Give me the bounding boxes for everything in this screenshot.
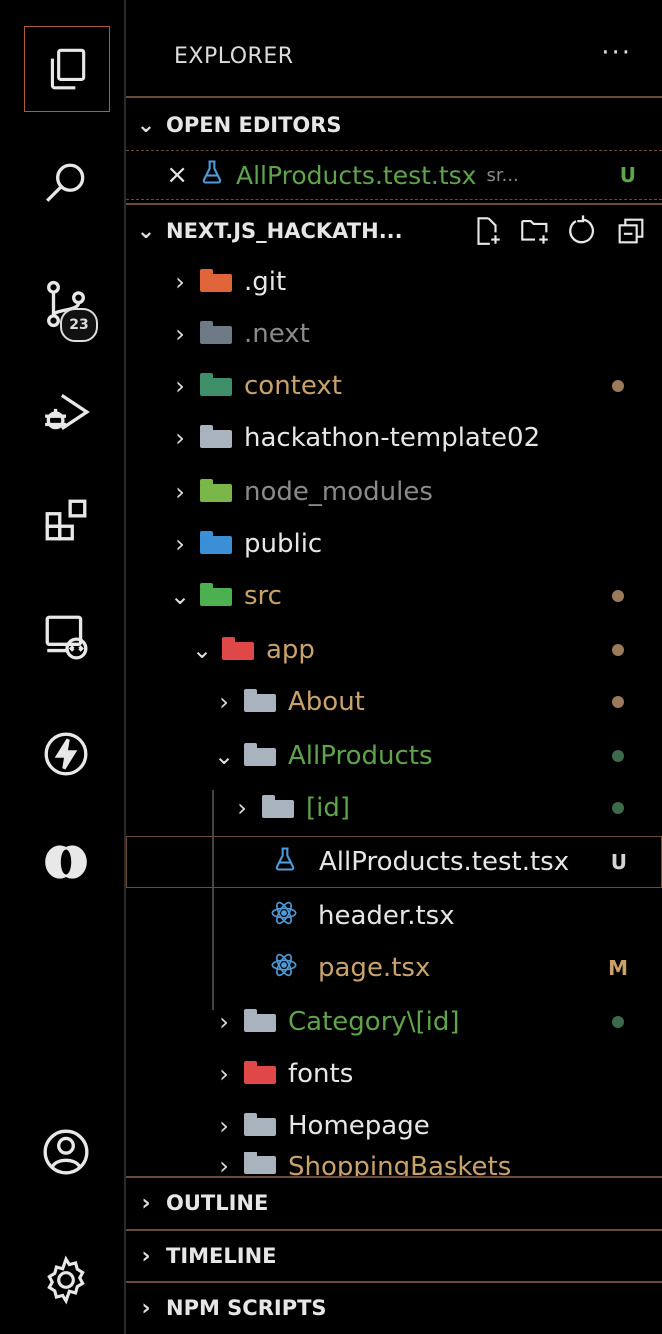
flask-icon (188, 158, 236, 193)
tree-item-allproducts-test[interactable]: AllProducts.test.tsx U (126, 836, 662, 888)
chevron-right-icon: › (175, 268, 185, 296)
chevron-down-icon: ⌄ (213, 742, 235, 770)
flask-icon (265, 845, 305, 880)
open-editor-filename: AllProducts.test.tsx (236, 160, 477, 190)
folder-open-icon (244, 743, 278, 768)
chevron-right-icon: › (219, 1112, 229, 1140)
fonts-folder-icon (244, 1061, 278, 1086)
tree-item-fonts[interactable]: › fonts (126, 1048, 662, 1100)
chevron-right-icon: › (237, 794, 247, 822)
copilot-icon[interactable] (24, 820, 108, 904)
react-icon (264, 951, 304, 986)
open-editors-header[interactable]: ⌄ OPEN EDITORS (126, 100, 662, 150)
folder-icon (244, 1009, 278, 1034)
explorer-title: EXPLORER (174, 44, 294, 69)
explorer-icon[interactable] (24, 26, 110, 112)
chevron-right-icon: › (141, 1295, 151, 1321)
chevron-right-icon: › (175, 530, 185, 558)
open-editor-path: sr... (486, 164, 519, 186)
tree-item-page-tsx[interactable]: page.tsx M (126, 942, 662, 994)
new-folder-icon[interactable] (518, 214, 552, 248)
activity-bar: 23 (0, 0, 126, 1334)
open-editors-label: OPEN EDITORS (166, 113, 342, 137)
tree-item-category[interactable]: › Category\[id] (126, 996, 662, 1048)
outline-panel-header[interactable]: › OUTLINE (126, 1178, 662, 1228)
modified-status: M (608, 956, 628, 980)
settings-gear-icon[interactable] (24, 1238, 108, 1322)
tree-item-git[interactable]: › .git (126, 256, 662, 308)
folder-icon (200, 425, 234, 450)
collapse-all-icon[interactable] (614, 214, 648, 248)
react-icon (264, 899, 304, 934)
untracked-status: U (610, 850, 627, 874)
run-debug-icon[interactable] (24, 370, 108, 454)
chevron-down-icon: ⌄ (136, 218, 156, 244)
chevron-down-icon: ⌄ (136, 112, 156, 138)
more-actions-button[interactable]: ··· (601, 38, 632, 68)
open-editor-item[interactable]: × AllProducts.test.tsx sr... U (126, 150, 662, 200)
chevron-right-icon: › (219, 1060, 229, 1088)
context-folder-icon (200, 373, 234, 398)
search-icon[interactable] (24, 142, 108, 226)
folder-icon (262, 795, 296, 820)
lightning-icon[interactable] (24, 712, 108, 796)
chevron-down-icon: ⌄ (169, 582, 191, 610)
tree-item-next[interactable]: › .next (126, 308, 662, 360)
chevron-right-icon: › (141, 1243, 151, 1269)
chevron-right-icon: › (141, 1190, 151, 1216)
src-folder-icon (200, 583, 234, 608)
chevron-right-icon: › (219, 1152, 229, 1176)
folder-icon (244, 689, 278, 714)
source-control-badge: 23 (60, 308, 98, 342)
explorer-sidebar: EXPLORER ··· ⌄ OPEN EDITORS × AllProduct… (126, 0, 662, 1334)
tree-item-about[interactable]: › About (126, 676, 662, 728)
chevron-right-icon: › (175, 320, 185, 348)
chevron-right-icon: › (175, 372, 185, 400)
untracked-status: U (619, 163, 636, 187)
tree-item-hackathon-template[interactable]: › hackathon-template02 (126, 412, 662, 464)
chevron-right-icon: › (219, 688, 229, 716)
tree-item-homepage[interactable]: › Homepage (126, 1100, 662, 1152)
tree-item-id[interactable]: › [id] (126, 782, 662, 834)
refresh-icon[interactable] (566, 214, 600, 248)
extensions-icon[interactable] (24, 478, 108, 562)
folder-icon (244, 1113, 278, 1138)
close-icon[interactable]: × (126, 160, 188, 190)
tree-item-context[interactable]: › context (126, 360, 662, 412)
folder-icon (244, 1152, 278, 1176)
account-icon[interactable] (24, 1110, 108, 1194)
tree-item-header-tsx[interactable]: header.tsx (126, 890, 662, 942)
tree-item-node-modules[interactable]: › node_modules (126, 466, 662, 518)
app-folder-icon (222, 637, 256, 662)
project-header[interactable]: ⌄ NEXT.JS_HACKATH... (126, 206, 662, 256)
project-label: NEXT.JS_HACKATH... (166, 219, 403, 243)
tree-item-app[interactable]: ⌄ app (126, 624, 662, 676)
tree-item-shoppingbaskets[interactable]: › ShoppingBaskets (126, 1152, 662, 1176)
chevron-right-icon: › (219, 1008, 229, 1036)
chevron-down-icon: ⌄ (191, 636, 213, 664)
remote-explorer-icon[interactable] (24, 594, 108, 678)
tree-item-src[interactable]: ⌄ src (126, 570, 662, 622)
timeline-panel-header[interactable]: › TIMELINE (126, 1231, 662, 1281)
chevron-right-icon: › (175, 424, 185, 452)
new-file-icon[interactable] (470, 214, 504, 248)
next-folder-icon (200, 321, 234, 346)
git-folder-icon (200, 269, 234, 294)
public-folder-icon (200, 531, 234, 556)
node-folder-icon (200, 479, 234, 504)
tree-item-allproducts[interactable]: ⌄ AllProducts (126, 730, 662, 782)
chevron-right-icon: › (175, 478, 185, 506)
tree-item-public[interactable]: › public (126, 518, 662, 570)
npm-scripts-panel-header[interactable]: › NPM SCRIPTS (126, 1283, 662, 1333)
